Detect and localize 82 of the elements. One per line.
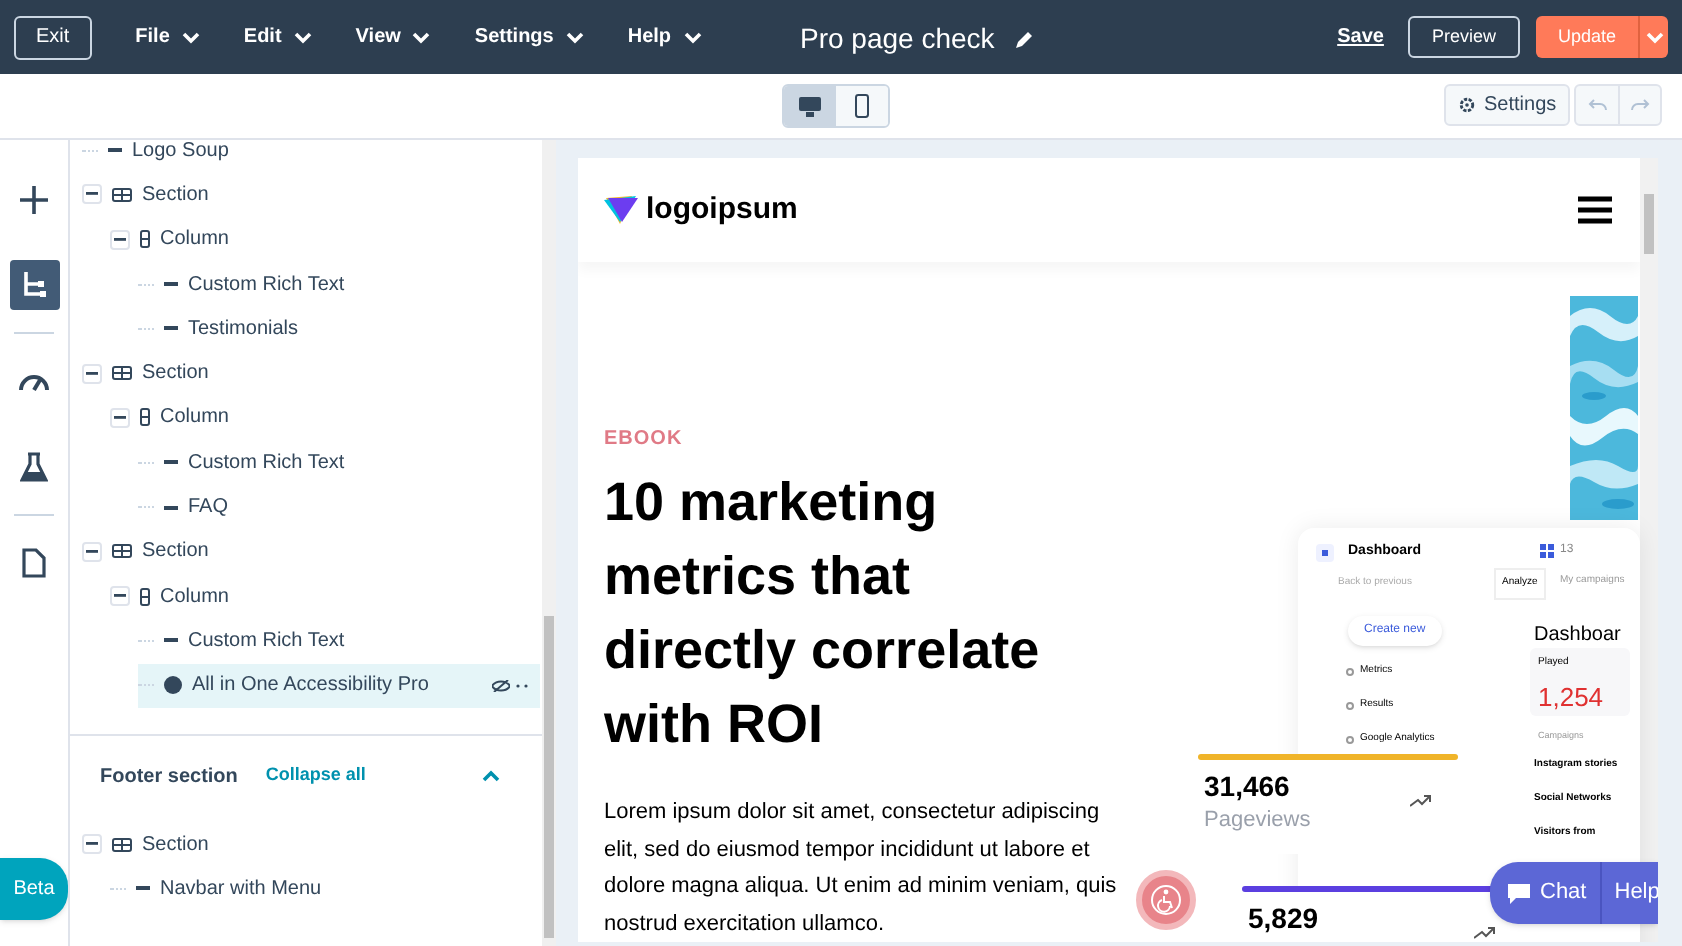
pencil-icon[interactable] [1014,29,1035,49]
tree-item[interactable]: Navbar with Menu [110,866,540,912]
logo-text[interactable]: logoipsum [646,187,798,233]
desktop-button[interactable] [784,86,836,126]
tree-item[interactable]: Section [82,529,540,574]
menu-item-icon [1346,702,1354,710]
preview-button[interactable]: Preview [1407,16,1520,58]
menu-button[interactable]: View [355,22,431,52]
column-icon [140,230,150,249]
column-icon [140,587,150,606]
hidden-eye-icon[interactable] [492,679,510,692]
scrollbar-thumb[interactable] [1644,194,1654,254]
tree-item[interactable]: Section [82,172,540,218]
monitor-icon [798,95,822,117]
tree-item[interactable]: Column [110,395,540,441]
toggle-icon[interactable] [110,407,130,428]
phone-icon [854,94,870,118]
trend-icon [1410,794,1432,808]
menu-button[interactable]: Help [627,22,702,52]
scrollbar-thumb[interactable] [544,616,554,938]
dot-icon [164,676,182,695]
menu-item-icon [1346,736,1354,744]
tree-item[interactable]: Custom Rich Text [138,440,540,485]
stat-value: 31,466 [1204,770,1292,802]
headline: 10 marketing metrics that directly correlate with ROI [604,470,1042,758]
menu-button[interactable]: File [135,22,200,52]
stat-value: 5,829 [1248,902,1319,934]
dropdown-button[interactable] [1638,16,1668,58]
save-link[interactable]: Save [1337,22,1384,52]
toggle-icon[interactable] [110,229,130,250]
tree-item[interactable]: Section [82,350,540,396]
wheelchair-icon [1150,884,1182,916]
toggle-icon[interactable] [110,586,130,607]
toggle-icon[interactable] [82,363,102,384]
section-title: Footer section [100,763,238,791]
trend-icon [1474,926,1496,940]
caret-icon [1645,31,1663,43]
more-icon[interactable] [516,683,528,688]
eyebrow-label: EBOOK [604,426,685,454]
caret-icon [412,31,431,43]
caret-icon [565,31,584,43]
logo-icon[interactable] [604,192,640,228]
tree-item[interactable]: All in One Accessibility Pro [138,663,540,708]
menu-item-icon [1346,668,1354,676]
caret-icon [293,31,312,43]
app-icon [1316,544,1334,562]
menu-button[interactable]: Edit [243,22,312,52]
tree-item[interactable]: Column [110,573,540,619]
section-icon [112,366,132,381]
caret-icon [181,31,200,43]
exit-button[interactable]: Exit [14,15,92,59]
accessibility-button[interactable] [1136,870,1196,930]
speech-bubble-icon [1506,881,1532,905]
section-icon [112,544,132,559]
tree-item[interactable]: Logo Soup [82,140,540,173]
tree-icon[interactable] [9,260,59,310]
settings-button[interactable]: Settings [1444,84,1571,126]
section-icon [112,187,132,202]
column-icon [140,408,150,427]
toggle-icon[interactable] [82,834,102,855]
tree-item[interactable]: Custom Rich Text [138,618,540,664]
tree-item[interactable]: Custom Rich Text [138,261,540,307]
gear-icon [1458,96,1476,114]
stat-value: 1,254 [1538,680,1604,716]
collapse-all-link[interactable]: Collapse all [265,762,366,790]
caret-icon[interactable] [482,770,500,782]
tree-item[interactable]: FAQ [138,484,540,530]
tree-item[interactable]: Section [82,822,540,867]
tree-item[interactable]: Testimonials [138,306,540,351]
toggle-icon[interactable] [82,541,102,562]
caret-icon [683,31,702,43]
section-icon [112,837,132,852]
menu-icon[interactable] [1578,196,1612,224]
grid-icon [1540,544,1554,558]
chat-button[interactable]: Chat [1490,862,1601,924]
stat-label: Pageviews [1204,806,1311,834]
tree-item[interactable]: Column [110,217,540,262]
toggle-icon[interactable] [82,184,102,205]
page-title: Pro page check [800,20,995,58]
menu-button[interactable]: Settings [474,22,584,52]
body-text: Lorem ipsum dolor sit amet, consectetur adipiscing elit, sed do eiusmod tempor incididunt ut labore et dolore magna aliqua. Ut enim ad minim veniam, quis nostrud exercitation ullamco. [604,798,1119,939]
panel-title: Dashboar [1534,622,1621,650]
